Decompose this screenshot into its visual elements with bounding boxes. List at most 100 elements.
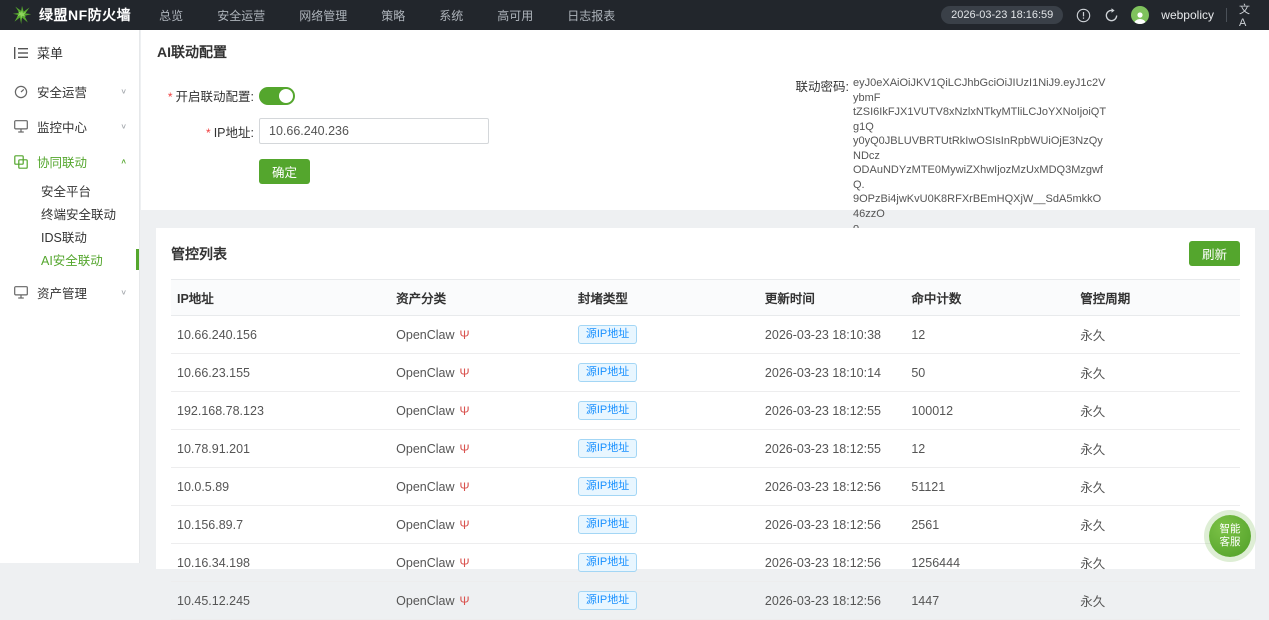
sidebar-menu-toggle[interactable]: 菜单	[0, 30, 139, 74]
cell-hits: 12	[905, 316, 1074, 354]
cell-asset: OpenClaw Ψ	[390, 316, 572, 354]
ip-label: *IP地址:	[157, 122, 254, 141]
table-row: 10.45.12.245 OpenClawΨ 源IP地址 2026-03-23 …	[171, 582, 1240, 620]
toggle-label: *开启联动配置:	[157, 86, 254, 105]
sidebar-subitem-ai-security-linkage[interactable]: AI安全联动	[0, 248, 139, 271]
sidebar-item-security-ops[interactable]: 安全运营 ∨	[0, 74, 139, 109]
confirm-button[interactable]: 确定	[259, 159, 310, 184]
table-row: 192.168.78.123 OpenClawΨ 源IP地址 2026-03-2…	[171, 392, 1240, 430]
cell-block-type: 源IP地址	[572, 468, 759, 506]
cell-ip: 10.156.89.7	[171, 506, 390, 544]
table-row: 10.66.23.155 OpenClawΨ 源IP地址 2026-03-23 …	[171, 354, 1240, 392]
cell-asset: OpenClawΨ	[390, 506, 572, 544]
table-body: 10.66.240.156 OpenClaw Ψ 源IP地址 2026-03-23…	[171, 316, 1240, 620]
nav-item[interactable]: 安全运营	[217, 7, 265, 24]
nav-item[interactable]: 高可用	[497, 7, 533, 24]
claw-icon: Ψ	[460, 404, 470, 418]
user-avatar[interactable]	[1131, 6, 1149, 24]
source-ip-tag[interactable]: 源IP地址	[578, 477, 637, 496]
monitor-icon	[14, 286, 28, 300]
source-ip-tag[interactable]: 源IP地址	[578, 401, 637, 420]
sidebar-menu-label: 菜单	[37, 43, 63, 62]
token-line: ODAuNDYzMTE0MywiZXhwIjozMzUxMDQ3MzgwfQ.	[853, 163, 1107, 192]
cell-period: 永久	[1074, 354, 1240, 392]
linkage-icon	[14, 155, 28, 169]
cell-asset: OpenClawΨ	[390, 430, 572, 468]
col-header-block-type: 封堵类型	[572, 280, 759, 316]
source-ip-tag[interactable]: 源IP地址	[578, 515, 637, 534]
sidebar-submenu: 安全平台 终端安全联动 IDS联动 AI安全联动	[0, 179, 139, 271]
main-content: AI联动配置 *开启联动配置: *IP地址: 确定 联动密码: eyJ0eXAi…	[141, 30, 1269, 563]
token-line: tZSI6IkFJX1VUTV8xNzlxNTkyMTliLCJoYXNoIjo…	[853, 105, 1107, 134]
chevron-down-icon: ∨	[120, 122, 127, 131]
info-icon[interactable]	[1075, 7, 1091, 23]
token-line: y0yQ0JBLUVBRTUtRkIwOSIsInRpbWUiOjE3NzQyN…	[853, 134, 1107, 163]
sidebar-item-monitor-center[interactable]: 监控中心 ∨	[0, 109, 139, 144]
nav-item[interactable]: 总览	[159, 7, 183, 24]
sidebar-subitem-ids-linkage[interactable]: IDS联动	[0, 225, 139, 248]
asset-name: OpenClaw	[396, 328, 454, 342]
language-switch-icon[interactable]: 文A	[1239, 7, 1255, 23]
system-time: 2026-03-23 18:16:59	[941, 6, 1063, 24]
cell-updated: 2026-03-23 18:12:55	[759, 392, 905, 430]
asset-name: OpenClaw	[396, 594, 454, 608]
monitor-icon	[14, 120, 28, 134]
cell-block-type: 源IP地址	[572, 316, 759, 354]
brand: 绿盟NF防火墙	[0, 5, 145, 25]
required-asterisk: *	[168, 90, 173, 104]
asset-name: OpenClaw	[396, 480, 454, 494]
source-ip-tag[interactable]: 源IP地址	[578, 363, 637, 382]
refresh-button[interactable]: 刷新	[1189, 241, 1240, 266]
cell-hits: 50	[905, 354, 1074, 392]
cell-period: 永久	[1074, 582, 1240, 620]
col-header-period: 管控周期	[1074, 280, 1240, 316]
cell-asset: OpenClaw Ψ	[390, 582, 572, 620]
username[interactable]: webpolicy	[1161, 8, 1214, 22]
nav-menu: 总览 安全运营 网络管理 策略 系统 高可用 日志报表	[159, 7, 615, 24]
sidebar-item-collab-linkage[interactable]: 协同联动 ∧	[0, 144, 139, 179]
cell-ip: 10.78.91.201	[171, 430, 390, 468]
table-section-title: 管控列表	[171, 244, 227, 264]
cell-hits: 12	[905, 430, 1074, 468]
nav-item[interactable]: 策略	[381, 7, 405, 24]
source-ip-tag[interactable]: 源IP地址	[578, 325, 637, 344]
nav-item[interactable]: 系统	[439, 7, 463, 24]
sidebar-item-asset-mgmt[interactable]: 资产管理 ∨	[0, 275, 139, 310]
ip-address-input[interactable]	[259, 118, 489, 144]
table-row: 10.78.91.201 OpenClawΨ 源IP地址 2026-03-23 …	[171, 430, 1240, 468]
source-ip-tag[interactable]: 源IP地址	[578, 591, 637, 610]
cell-hits: 51121	[905, 468, 1074, 506]
claw-icon: Ψ	[460, 442, 470, 456]
source-ip-tag[interactable]: 源IP地址	[578, 439, 637, 458]
cell-block-type: 源IP地址	[572, 354, 759, 392]
sidebar-item-label: 资产管理	[37, 283, 87, 302]
nav-item[interactable]: 日志报表	[567, 7, 615, 24]
nav-divider	[1226, 8, 1227, 22]
claw-icon: Ψ	[460, 594, 470, 608]
sidebar-item-label: 安全运营	[37, 82, 87, 101]
nav-item[interactable]: 网络管理	[299, 7, 347, 24]
control-list-section: 管控列表 刷新 IP地址 资产分类 封堵类型 更新时间 命中计数 管控周期 10…	[156, 228, 1255, 569]
refresh-icon[interactable]	[1103, 7, 1119, 23]
claw-icon: Ψ	[460, 480, 470, 494]
token-line: eyJ0eXAiOiJKV1QiLCJhbGciOiJIUzI1NiJ9.eyJ…	[853, 76, 1107, 105]
cell-ip: 10.66.240.156	[171, 316, 390, 354]
table-header-row: IP地址 资产分类 封堵类型 更新时间 命中计数 管控周期	[171, 280, 1240, 316]
claw-icon: Ψ	[460, 328, 470, 342]
cell-hits: 1447	[905, 582, 1074, 620]
col-header-hits: 命中计数	[905, 280, 1074, 316]
cell-block-type: 源IP地址	[572, 582, 759, 620]
cell-ip: 192.168.78.123	[171, 392, 390, 430]
cell-ip: 10.66.23.155	[171, 354, 390, 392]
cell-block-type: 源IP地址	[572, 392, 759, 430]
linkage-toggle[interactable]	[259, 87, 295, 105]
sidebar-subitem-label: 安全平台	[41, 181, 91, 200]
gauge-icon	[14, 85, 28, 99]
cell-period: 永久	[1074, 430, 1240, 468]
sidebar: 菜单 安全运营 ∨ 监控中心 ∨ 协同联动 ∧ 安全平台 终端安全联动 IDS联…	[0, 30, 140, 563]
sidebar-subitem-endpoint-linkage[interactable]: 终端安全联动	[0, 202, 139, 225]
smart-support-floating-button[interactable]: 智能 客服	[1209, 515, 1251, 557]
cell-updated: 2026-03-23 18:12:56	[759, 468, 905, 506]
sidebar-subitem-security-platform[interactable]: 安全平台	[0, 179, 139, 202]
token-label: 联动密码:	[789, 76, 849, 236]
